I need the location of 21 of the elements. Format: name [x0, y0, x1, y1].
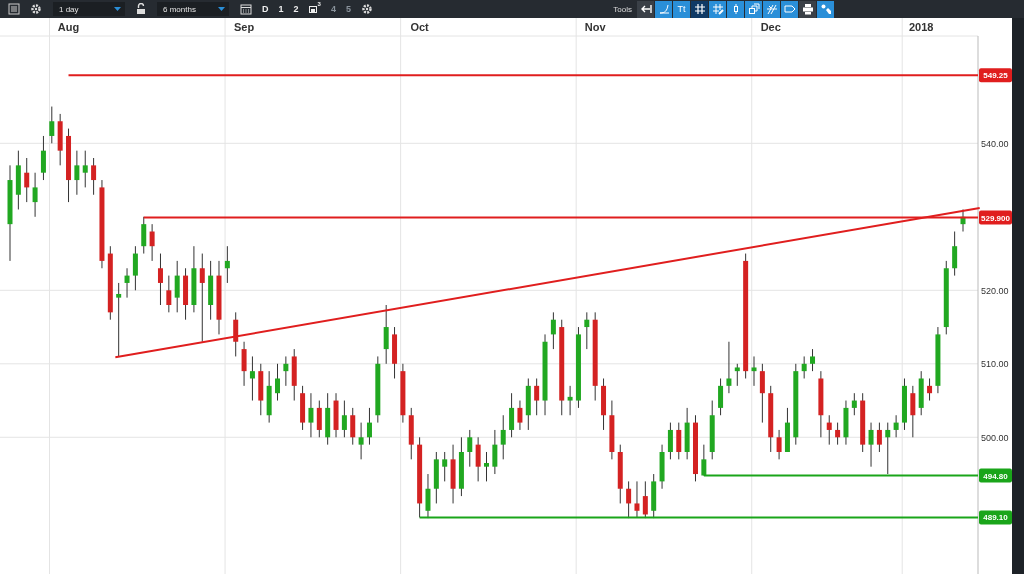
range-dropdown[interactable]: 6 months: [157, 2, 229, 16]
price-label: 510.00: [981, 359, 1009, 370]
price-tag: 489.10: [979, 510, 1012, 525]
price-label: 500.00: [981, 432, 1009, 443]
month-label: Dec: [760, 21, 781, 33]
chart-mode-button[interactable]: 1: [273, 1, 289, 17]
price-label: 520.00: [981, 285, 1009, 296]
price-tag: 549.25: [979, 68, 1012, 83]
month-label: Aug: [57, 21, 80, 33]
month-label: Oct: [410, 21, 429, 33]
month-label: Nov: [584, 21, 606, 33]
ref-line-label: 549.25: [983, 71, 1009, 81]
ref-line-label: 494.80: [983, 471, 1009, 481]
month-label: Sep: [234, 21, 255, 33]
month-label: 2018: [908, 21, 934, 33]
chart-mode-button[interactable]: D: [257, 1, 274, 17]
chart-mode-button[interactable]: 2: [288, 1, 304, 17]
tools-label: Tools: [613, 4, 632, 14]
interval-dropdown[interactable]: 1 day: [53, 2, 125, 16]
price-label: 540.00: [981, 138, 1009, 149]
ref-line-label: 489.10: [983, 513, 1009, 523]
